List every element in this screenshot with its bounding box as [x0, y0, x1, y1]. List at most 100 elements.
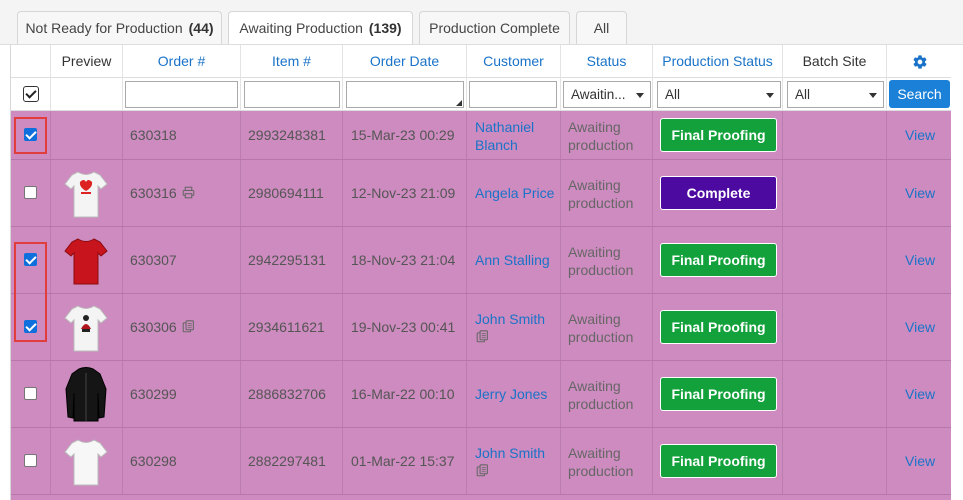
customer-cell: Angela Price: [467, 160, 561, 226]
customer-link[interactable]: Nathaniel: [475, 118, 534, 136]
customer-link[interactable]: John Smith: [475, 310, 545, 328]
order-cell: 630299: [123, 361, 241, 427]
header-production-status[interactable]: Production Status: [653, 45, 783, 78]
tab-production-complete[interactable]: Production Complete: [419, 11, 570, 46]
customer-link[interactable]: Angela Price: [475, 184, 554, 202]
filter-item-cell: [241, 78, 343, 111]
status-text-line2: production: [568, 329, 634, 345]
production-status-button[interactable]: Final Proofing: [660, 243, 777, 277]
customer-filter-input[interactable]: [469, 81, 557, 108]
production-status-button[interactable]: Complete: [660, 176, 777, 210]
header-item-number[interactable]: Item #: [241, 45, 343, 78]
order-number-filter-input[interactable]: [125, 81, 238, 108]
preview-cell: [51, 361, 123, 427]
table-row[interactable]: 630307 2942295131 18-Nov-23 21:04 Ann St…: [11, 227, 951, 294]
header-order-date[interactable]: Order Date: [343, 45, 467, 78]
production-cell: Final Proofing: [653, 294, 783, 360]
table-row[interactable]: 630299 2886832706 16-Mar-22 00:10 Jerry …: [11, 361, 951, 428]
filter-row: Awaitin... All All Search: [11, 78, 951, 111]
selection-highlight: [14, 242, 47, 342]
header-customer[interactable]: Customer: [467, 45, 561, 78]
view-link[interactable]: View: [905, 251, 935, 269]
order-cell: 630306: [123, 294, 241, 360]
production-cell: Final Proofing: [653, 111, 783, 159]
view-link[interactable]: View: [905, 452, 935, 470]
status-text: Awaiting: [568, 244, 621, 260]
row-checkbox[interactable]: [24, 454, 37, 467]
order-date: 12-Nov-23 21:09: [351, 185, 456, 201]
row-checkbox[interactable]: [24, 186, 37, 199]
batch-cell: [783, 111, 887, 159]
production-cell: Final Proofing: [653, 227, 783, 293]
batch-site-filter-select[interactable]: All: [787, 81, 884, 108]
table-row[interactable]: 630316 2980694111 12-Nov-23 21:09 Angela…: [11, 160, 951, 227]
status-filter-select[interactable]: Awaitin...: [563, 81, 651, 108]
header-status[interactable]: Status: [561, 45, 653, 78]
batch-cell: [783, 160, 887, 226]
status-text-line2: production: [568, 137, 634, 153]
item-cell: 2942295131: [241, 227, 343, 293]
printer-icon[interactable]: [182, 186, 195, 199]
order-date-filter-input[interactable]: [346, 81, 464, 108]
date-cell: 18-Nov-23 21:04: [343, 227, 467, 293]
copy-icon[interactable]: [182, 320, 195, 333]
copy-icon[interactable]: [476, 330, 489, 343]
customer-cell: John Smith: [467, 428, 561, 494]
header-preview: Preview: [51, 45, 123, 78]
search-button[interactable]: Search: [889, 80, 950, 108]
customer-link-line2[interactable]: Blanch: [475, 136, 518, 154]
order-cell: 630298: [123, 428, 241, 494]
table-row[interactable]: 630306 2934611621 19-Nov-23 00:41 John S…: [11, 294, 951, 361]
gear-icon[interactable]: [912, 54, 928, 70]
row-select-cell: [11, 160, 51, 226]
table-row[interactable]: [11, 495, 951, 500]
preview-cell: [51, 160, 123, 226]
customer-link[interactable]: Jerry Jones: [475, 385, 547, 403]
production-status-filter-select[interactable]: All: [657, 81, 781, 108]
tab-not-ready[interactable]: Not Ready for Production (44): [17, 11, 222, 46]
table-row[interactable]: 630318 2993248381 15-Mar-23 00:29 Nathan…: [11, 111, 951, 160]
view-link[interactable]: View: [905, 385, 935, 403]
select-all-checkbox[interactable]: [23, 86, 39, 102]
status-text-line2: production: [568, 463, 634, 479]
order-date: 15-Mar-23 00:29: [351, 127, 455, 143]
production-status-button[interactable]: Final Proofing: [660, 444, 777, 478]
tab-all[interactable]: All: [576, 11, 627, 46]
item-number-filter-input[interactable]: [244, 81, 340, 108]
chevron-down-icon: [869, 93, 877, 98]
filter-production-cell: All: [653, 78, 783, 111]
production-status-button[interactable]: Final Proofing: [660, 377, 777, 411]
header-order-number[interactable]: Order #: [123, 45, 241, 78]
row-checkbox[interactable]: [24, 387, 37, 400]
status-cell: Awaiting production: [561, 160, 653, 226]
status-text: Awaiting: [568, 445, 621, 461]
preview-cell: [51, 294, 123, 360]
filter-preview-cell: [51, 78, 123, 111]
customer-link[interactable]: John Smith: [475, 444, 545, 462]
copy-icon[interactable]: [476, 464, 489, 477]
order-number: 630299: [130, 386, 177, 402]
black-jacket-thumbnail: [65, 367, 107, 422]
status-cell: Awaiting production: [561, 227, 653, 293]
production-cell: Final Proofing: [653, 428, 783, 494]
red-tshirt-thumbnail: [64, 238, 108, 285]
item-number: 2980694111: [248, 185, 324, 201]
customer-link[interactable]: Ann Stalling: [475, 251, 550, 269]
tab-label: Awaiting Production: [239, 20, 363, 36]
filter-batch-cell: All: [783, 78, 887, 111]
batch-cell: [783, 294, 887, 360]
order-cell: 630316: [123, 160, 241, 226]
white-tshirt-thumbnail: [64, 305, 108, 352]
production-status-button[interactable]: Final Proofing: [660, 310, 777, 344]
tab-awaiting-production[interactable]: Awaiting Production (139): [228, 11, 413, 46]
view-link[interactable]: View: [905, 318, 935, 336]
production-status-button[interactable]: Final Proofing: [660, 118, 777, 152]
filter-customer-cell: [467, 78, 561, 111]
view-cell: View: [887, 111, 951, 159]
view-link[interactable]: View: [905, 126, 935, 144]
order-cell: 630307: [123, 227, 241, 293]
white-tshirt-thumbnail: [64, 439, 108, 486]
table-row[interactable]: 630298 2882297481 01-Mar-22 15:37 John S…: [11, 428, 951, 495]
orders-grid: Preview Order # Item # Order Date Custom…: [10, 44, 951, 500]
view-link[interactable]: View: [905, 184, 935, 202]
